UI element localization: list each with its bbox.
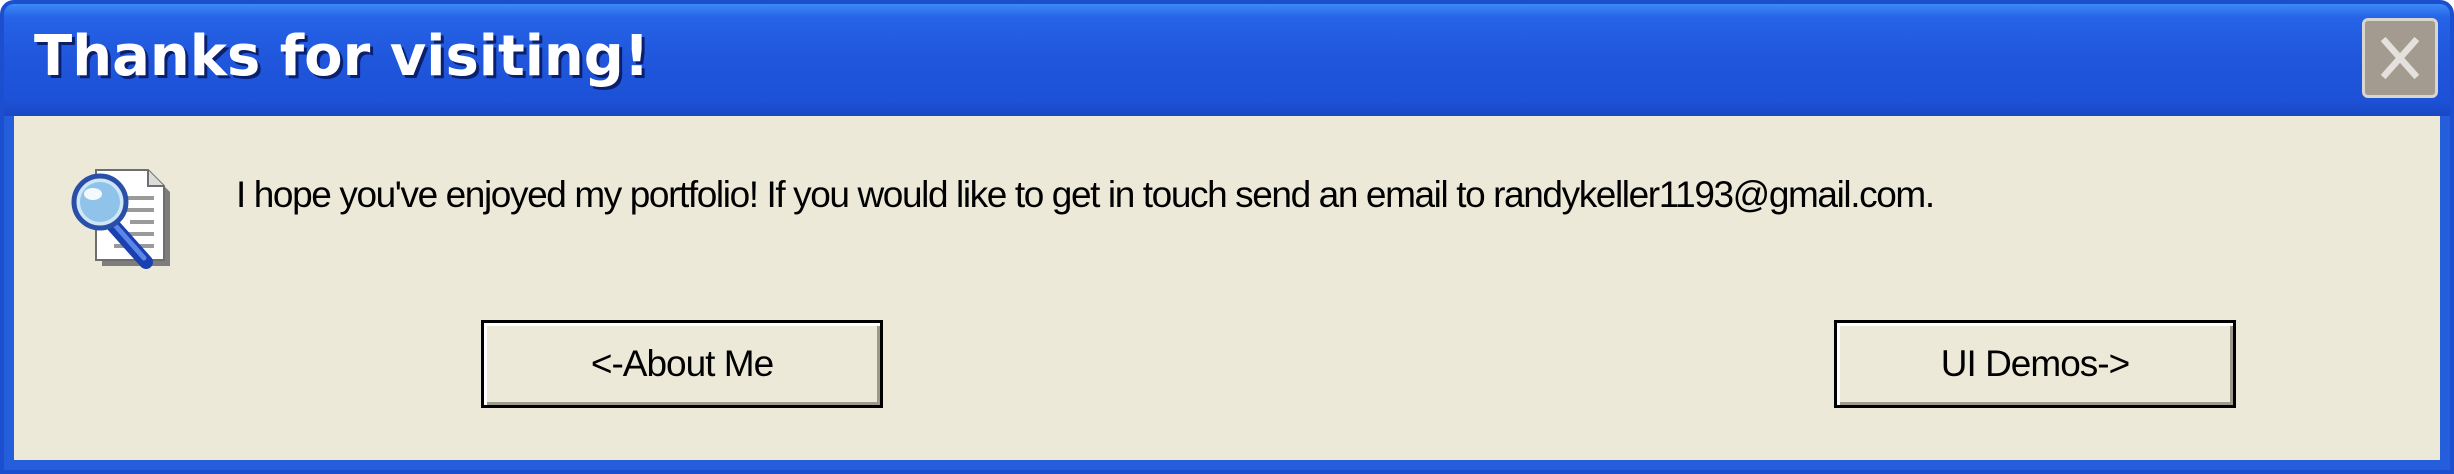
dialog-body: I hope you've enjoyed my portfolio! If y… <box>14 116 2440 460</box>
title-bar[interactable]: Thanks for visiting! <box>4 4 2450 116</box>
close-button[interactable] <box>2362 18 2438 98</box>
dialog-window: Thanks for visiting! I hope you've enjoy… <box>0 0 2454 474</box>
document-magnifier-icon <box>66 158 186 278</box>
dialog-message: I hope you've enjoyed my portfolio! If y… <box>236 174 1935 215</box>
about-me-button[interactable]: <-About Me <box>481 320 883 408</box>
close-x-icon <box>2380 36 2420 80</box>
ui-demos-button[interactable]: UI Demos-> <box>1834 320 2236 408</box>
window-title: Thanks for visiting! <box>34 24 650 89</box>
